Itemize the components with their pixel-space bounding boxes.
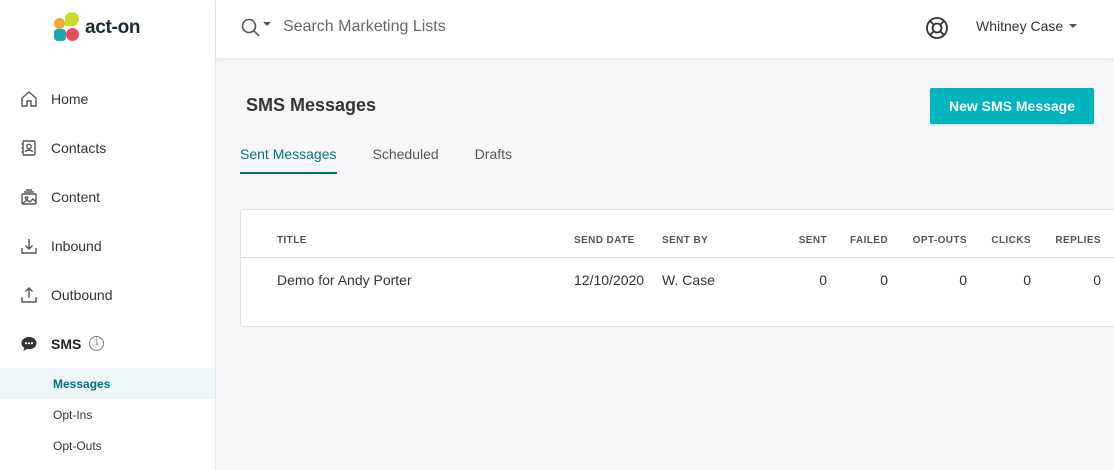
- info-icon[interactable]: i: [89, 336, 105, 351]
- sidebar-subitem-messages[interactable]: Messages: [0, 368, 215, 399]
- user-menu[interactable]: Whitney Case: [976, 18, 1078, 34]
- sidebar-item-label: Inbound: [51, 237, 102, 254]
- contacts-icon: [20, 139, 38, 157]
- chevron-down-icon: [1069, 24, 1078, 28]
- column-header-failed[interactable]: FAILED: [838, 235, 888, 246]
- sidebar-item-label: Home: [51, 90, 89, 107]
- search-input[interactable]: [283, 18, 543, 36]
- sidebar-item-outbound[interactable]: Outbound: [0, 270, 215, 319]
- sidebar-item-home[interactable]: Home: [0, 74, 215, 123]
- messages-table: TITLE SEND DATE SENT BY SENT FAILED OPT-…: [240, 209, 1114, 327]
- search-bar: [240, 16, 543, 38]
- sidebar-subitem-opt-outs[interactable]: Opt-Outs: [0, 430, 215, 461]
- home-icon: [20, 90, 38, 108]
- sidebar-item-label: Contacts: [51, 139, 107, 156]
- logo-mark-icon: [52, 12, 82, 44]
- cell-clicks: 0: [1023, 272, 1031, 288]
- top-bar: Whitney Case: [216, 0, 1114, 58]
- sidebar-item-label: Outbound: [51, 286, 113, 303]
- sms-icon: [20, 335, 38, 353]
- cell-opt-outs: 0: [959, 272, 967, 288]
- column-header-title[interactable]: TITLE: [277, 235, 307, 246]
- cell-title[interactable]: Demo for Andy Porter: [277, 272, 412, 288]
- column-header-sent-by[interactable]: SENT BY: [662, 235, 708, 246]
- column-header-opt-outs[interactable]: OPT-OUTS: [903, 235, 967, 246]
- column-header-send-date[interactable]: SEND DATE: [574, 235, 635, 246]
- tabs: Sent Messages Scheduled Drafts: [240, 138, 548, 174]
- user-name: Whitney Case: [976, 18, 1064, 34]
- sidebar-nav: Home Contacts Content Inbound Outbound S…: [0, 74, 215, 461]
- outbound-icon: [20, 286, 38, 304]
- cell-replies: 0: [1093, 272, 1101, 288]
- cell-failed: 0: [880, 272, 888, 288]
- cell-sent-by: W. Case: [662, 272, 715, 288]
- sidebar-subitem-opt-ins[interactable]: Opt-Ins: [0, 399, 215, 430]
- sidebar-item-sms[interactable]: SMS i: [0, 319, 215, 368]
- sidebar-item-label: SMS: [51, 335, 82, 352]
- page-title: SMS Messages: [246, 95, 377, 115]
- inbound-icon: [20, 237, 38, 255]
- act-on-logo[interactable]: act-on: [52, 12, 141, 44]
- column-header-replies[interactable]: REPLIES: [1045, 235, 1101, 246]
- tab-drafts[interactable]: Drafts: [475, 138, 512, 174]
- help-icon[interactable]: [924, 15, 950, 41]
- sidebar-item-inbound[interactable]: Inbound: [0, 221, 215, 270]
- logo-text: act-on: [85, 17, 141, 38]
- tab-scheduled[interactable]: Scheduled: [373, 138, 439, 174]
- table-row[interactable]: Demo for Andy Porter 12/10/2020 W. Case …: [241, 258, 1114, 302]
- sidebar: act-on Home Contacts Content Inbound Out…: [0, 0, 216, 470]
- column-header-clicks[interactable]: CLICKS: [981, 235, 1031, 246]
- column-header-sent[interactable]: SENT: [777, 235, 827, 246]
- table-header: TITLE SEND DATE SENT BY SENT FAILED OPT-…: [241, 210, 1114, 258]
- search-scope-caret-icon: [263, 22, 271, 26]
- sidebar-item-contacts[interactable]: Contacts: [0, 123, 215, 172]
- sidebar-item-label: Content: [51, 188, 101, 205]
- sidebar-item-content[interactable]: Content: [0, 172, 215, 221]
- content-icon: [20, 188, 38, 206]
- new-sms-message-button[interactable]: New SMS Message: [930, 88, 1094, 124]
- cell-send-date: 12/10/2020: [574, 272, 645, 288]
- tab-sent-messages[interactable]: Sent Messages: [240, 138, 337, 174]
- cell-sent: 0: [819, 272, 827, 288]
- search-icon[interactable]: [240, 16, 271, 38]
